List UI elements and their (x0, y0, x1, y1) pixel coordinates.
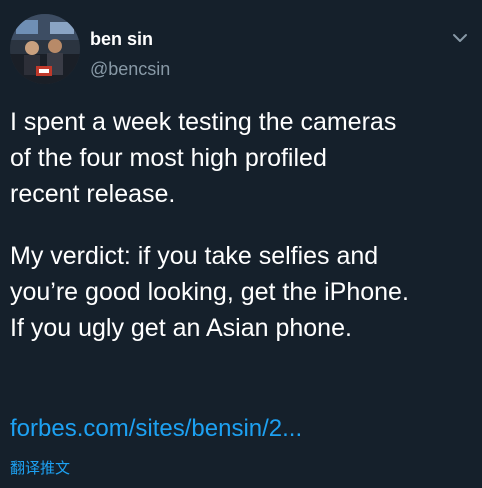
tweet-paragraph: I spent a week testing the cameras of th… (10, 104, 472, 212)
article-link[interactable]: forbes.com/sites/bensin/2... (10, 414, 302, 444)
author-names: ben sin @bencsin (90, 28, 170, 80)
tweet-header: ben sin @bencsin (10, 14, 472, 84)
translate-tweet-link[interactable]: 翻译推文 (10, 459, 70, 479)
tweet-paragraph: My verdict: if you take selfies and you’… (10, 238, 472, 346)
tweet-card: ben sin @bencsin I spent a week testing … (0, 0, 482, 488)
avatar[interactable] (10, 14, 80, 84)
avatar-photo (10, 14, 80, 84)
tweet-line: If you ugly get an Asian phone. (10, 314, 352, 342)
chevron-down-icon[interactable] (450, 28, 470, 48)
tweet-line: My verdict: if you take selfies and (10, 242, 379, 270)
author-handle[interactable]: @bencsin (90, 58, 170, 80)
tweet-line: you’re good looking, get the iPhone. (10, 278, 409, 306)
tweet-line: recent release. (10, 180, 176, 208)
tweet-text: I spent a week testing the cameras of th… (10, 104, 472, 372)
tweet-line: I spent a week testing the cameras (10, 108, 397, 136)
tweet-line: of the four most high profiled (10, 144, 327, 172)
author-display-name[interactable]: ben sin (90, 28, 170, 50)
